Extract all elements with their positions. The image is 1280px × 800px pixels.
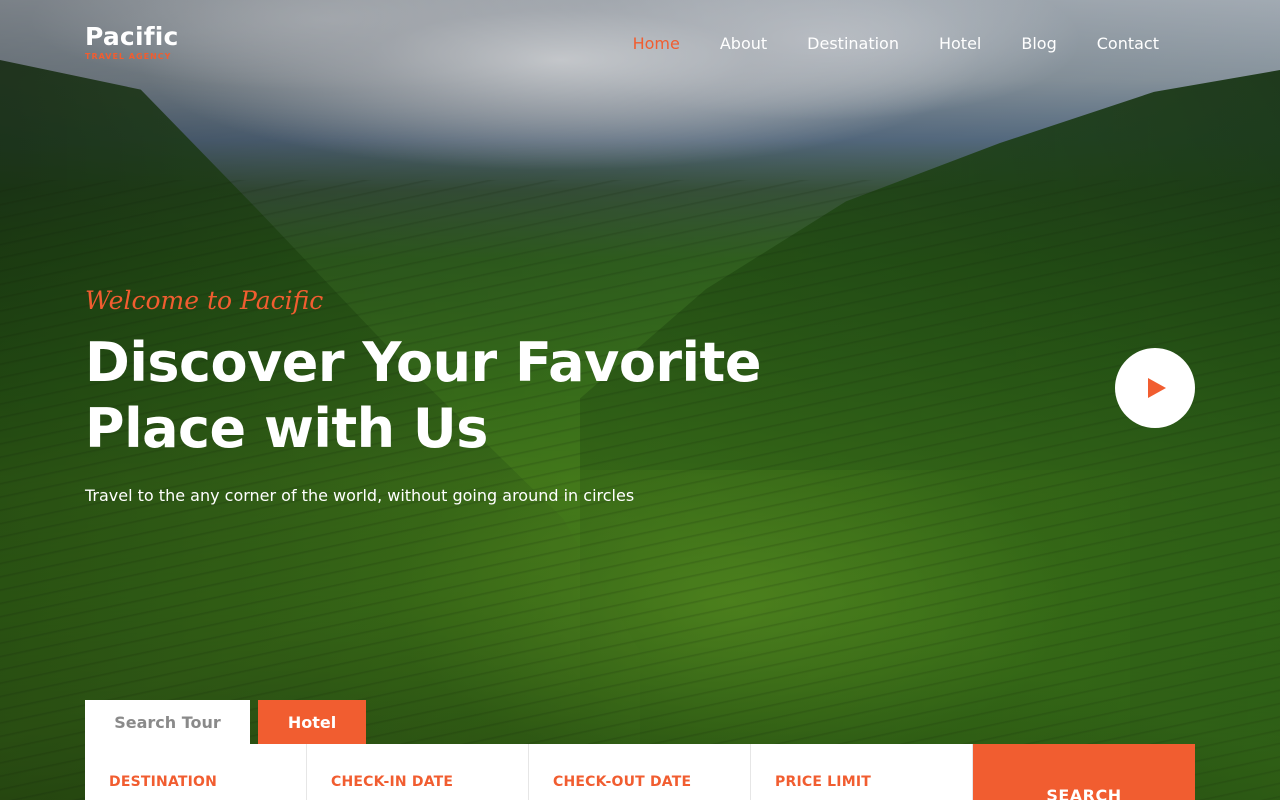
check-in-date-field[interactable]: CHECK-IN DATE [307, 744, 529, 800]
play-icon [1148, 378, 1166, 398]
destination-field[interactable]: DESTINATION [85, 744, 307, 800]
search-button[interactable]: SEARCH [973, 744, 1195, 800]
nav-home[interactable]: Home [633, 34, 680, 54]
welcome-tagline: Welcome to Pacific [85, 286, 324, 315]
check-out-date-field[interactable]: CHECK-OUT DATE [529, 744, 751, 800]
play-video-button[interactable] [1115, 348, 1195, 428]
check-out-date-label: CHECK-OUT DATE [553, 774, 692, 790]
search-form: DESTINATION CHECK-IN DATE CHECK-OUT DATE… [85, 744, 1195, 800]
tab-search-tour[interactable]: Search Tour [85, 700, 250, 744]
destination-label: DESTINATION [109, 774, 218, 790]
hero-headline: Discover Your Favorite Place with Us [85, 330, 805, 462]
brand-logo[interactable]: Pacific TRAVEL AGENCY [85, 22, 179, 62]
hero-headline-line-1: Discover Your Favorite [85, 331, 762, 394]
check-in-date-label: CHECK-IN DATE [331, 774, 454, 790]
tab-hotel[interactable]: Hotel [258, 700, 366, 744]
hero-headline-line-2: Place with Us [85, 397, 488, 460]
price-limit-field[interactable]: PRICE LIMIT [751, 744, 973, 800]
nav-blog[interactable]: Blog [1021, 34, 1056, 54]
main-nav: Home About Destination Hotel Blog Contac… [633, 34, 1159, 54]
price-limit-label: PRICE LIMIT [775, 774, 871, 790]
brand-tagline: TRAVEL AGENCY [85, 52, 172, 61]
nav-destination[interactable]: Destination [807, 34, 899, 54]
nav-about[interactable]: About [720, 34, 767, 54]
nav-hotel[interactable]: Hotel [939, 34, 981, 54]
hero-subtext: Travel to the any corner of the world, w… [85, 486, 635, 505]
nav-contact[interactable]: Contact [1097, 34, 1159, 54]
brand-name: Pacific [85, 22, 179, 51]
site-header: Pacific TRAVEL AGENCY Home About Destina… [0, 0, 1280, 90]
